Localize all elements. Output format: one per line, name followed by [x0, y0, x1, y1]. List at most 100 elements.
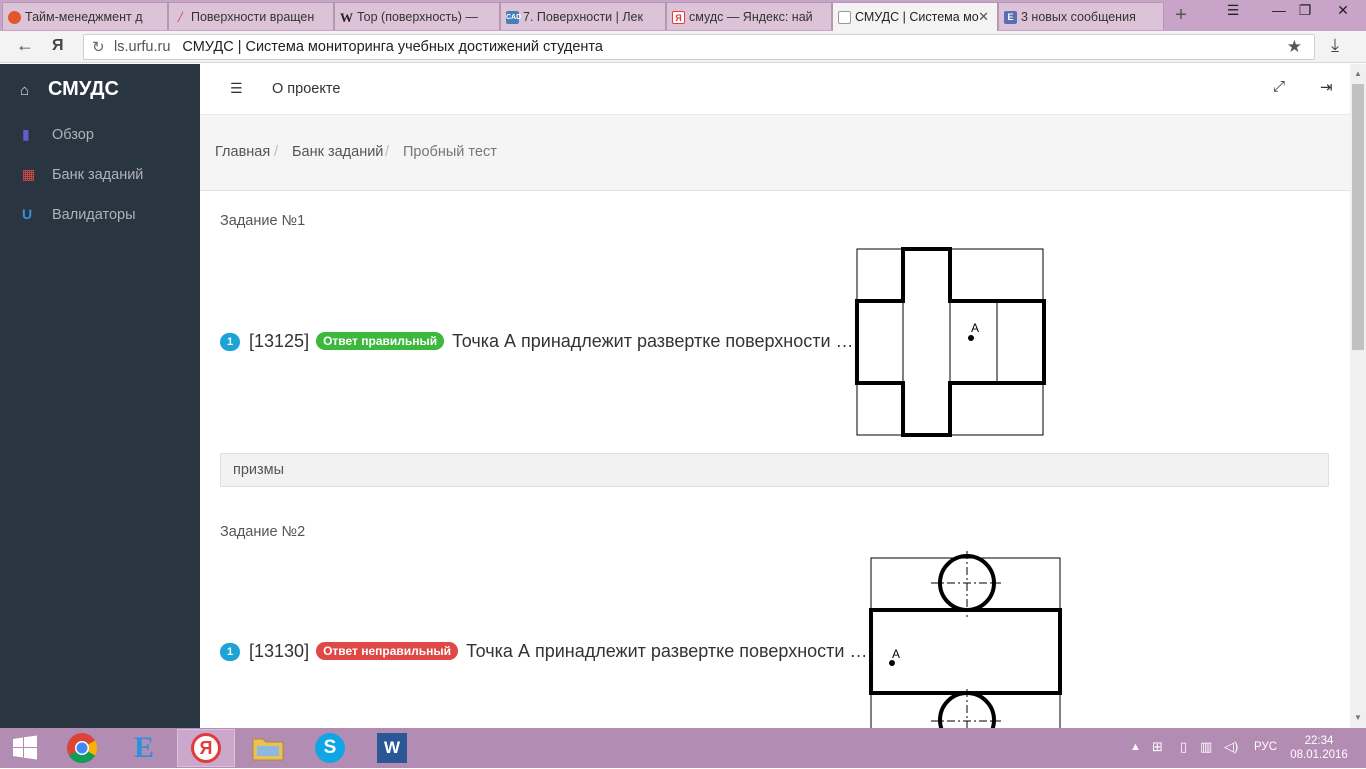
yandex-browser-taskbar-button[interactable]: Я [177, 729, 235, 767]
scroll-up-icon[interactable]: ▲ [1350, 66, 1366, 82]
tray-expand-icon[interactable]: ▲ [1130, 741, 1141, 753]
sidebar-item-overview[interactable]: ▮ Обзор [22, 126, 94, 143]
magnet-icon: U [22, 206, 33, 222]
answer-field: призмы [220, 453, 1329, 487]
word-taskbar-button[interactable]: W [363, 729, 421, 767]
skype-icon: S [315, 733, 345, 763]
yandex-logo-icon[interactable]: Я [52, 37, 64, 55]
question-text: Точка А принадлежит развертке поверхност… [452, 331, 854, 351]
status-badge: Ответ неправильный [316, 642, 459, 660]
clock-icon [8, 11, 21, 24]
top-nav: ☰ О проекте ⤢ ⇥ [200, 64, 1352, 115]
address-bar: ← Я ↻ ls.urfu.ru СМУДС | Система монитори… [0, 31, 1366, 63]
url-host: ls.urfu.ru [114, 39, 171, 55]
new-tab-button[interactable]: + [1170, 4, 1192, 26]
brand[interactable]: ⌂ СМУДС [20, 78, 119, 101]
menu-icon[interactable]: ☰ [1218, 0, 1248, 22]
bank-icon: ▦ [22, 166, 36, 182]
bookmark-star-icon[interactable]: ★ [1287, 37, 1302, 57]
close-icon[interactable]: ✕ [978, 9, 989, 25]
question-row: 1 [13125] Ответ правильный Точка А прина… [220, 331, 854, 352]
browser-tab[interactable]: Я смудс — Яндекс: най [666, 2, 832, 30]
action-center-icon[interactable]: ⊞ [1152, 739, 1163, 755]
tab-title: Тайм-менеджмент д [25, 10, 143, 24]
bar-chart-icon: ▮ [22, 126, 30, 142]
browser-tab-active[interactable]: СМУДС | Система мо ✕ [832, 2, 998, 31]
fullscreen-icon[interactable]: ⤢ [1273, 78, 1285, 95]
logout-icon[interactable]: ⇥ [1320, 78, 1333, 96]
tab-title: Поверхности вращен [191, 10, 315, 24]
breadcrumb-item-current: Пробный тест [403, 144, 497, 160]
word-icon: W [377, 733, 407, 763]
sidebar-item-task-bank[interactable]: ▦ Банк заданий [22, 166, 143, 183]
sidebar-item-label: Обзор [52, 127, 94, 143]
windows-taskbar: Е Я S W ▲ ⊞ ▯ ▥ ◁) РУС 22:34 08.01.2016 [0, 728, 1366, 768]
tab-title: смудс — Яндекс: най [689, 10, 813, 24]
question-code: [13130] [249, 641, 310, 661]
brand-title: СМУДС [48, 78, 119, 100]
start-button[interactable] [0, 729, 50, 767]
breadcrumb-item[interactable]: Главная [215, 144, 270, 160]
point-label: A [971, 321, 979, 335]
windows-logo-icon [13, 735, 37, 760]
download-icon[interactable]: ⤓ [1331, 35, 1339, 56]
browser-tab[interactable]: ╱ Поверхности вращен [168, 2, 334, 30]
page-title-in-url: СМУДС | Система мониторинга учебных дост… [182, 39, 603, 55]
clock[interactable]: 22:34 08.01.2016 [1290, 734, 1348, 762]
point-label: A [892, 647, 900, 661]
question-code: [13125] [249, 331, 310, 351]
yandex-icon: Я [672, 11, 685, 24]
explorer-taskbar-button[interactable] [239, 729, 297, 767]
yandex-browser-icon: Я [191, 733, 221, 763]
wikipedia-icon: W [340, 10, 353, 25]
main-content: Задание №1 1 [13125] Ответ правильный То… [200, 191, 1352, 728]
breadcrumb-item[interactable]: Банк заданий [292, 144, 383, 160]
folder-icon [252, 738, 284, 761]
sidebar-item-label: Валидаторы [52, 207, 136, 223]
attempt-count-badge: 1 [220, 643, 240, 661]
restore-icon[interactable]: ❐ [1290, 0, 1320, 22]
back-icon[interactable]: ← [16, 35, 34, 56]
browser-tab[interactable]: Тайм-менеджмент д [2, 2, 168, 30]
refresh-icon[interactable]: ↻ [92, 38, 105, 56]
page-icon [838, 11, 851, 24]
network-icon[interactable]: ▥ [1200, 739, 1212, 755]
language-indicator[interactable]: РУС [1254, 741, 1277, 753]
tab-title: СМУДС | Система мо [855, 10, 979, 24]
close-window-icon[interactable]: ✕ [1320, 0, 1366, 22]
browser-tab[interactable]: W Тор (поверхность) — [334, 2, 500, 30]
sidebar-item-label: Банк заданий [52, 167, 144, 183]
tab-title: 3 новых сообщения [1021, 10, 1136, 24]
browser-tab[interactable]: Е 3 новых сообщения [998, 2, 1164, 30]
browser-tab-bar: Тайм-менеджмент д ╱ Поверхности вращен W… [0, 0, 1366, 31]
tab-title: 7. Поверхности | Лек [523, 10, 643, 24]
volume-icon[interactable]: ◁) [1224, 739, 1238, 755]
breadcrumb: Главная / Банк заданий / Пробный тест [200, 115, 1352, 191]
page-scrollbar[interactable]: ▲ ▼ [1350, 64, 1366, 728]
scroll-down-icon[interactable]: ▼ [1350, 710, 1366, 726]
scroll-thumb[interactable] [1352, 84, 1364, 350]
prism-net-figure: A [851, 241, 1051, 443]
clock-time: 22:34 [1304, 735, 1334, 747]
cad-icon: CAD [506, 11, 521, 24]
battery-icon[interactable]: ▯ [1180, 739, 1187, 755]
ie-taskbar-button[interactable]: Е [115, 729, 173, 767]
task-title: Задание №1 [220, 213, 306, 229]
sidebar-toggle-icon[interactable]: ☰ [230, 80, 243, 97]
cylinder-net-figure: A [865, 551, 1065, 728]
breadcrumb-separator: / [385, 144, 390, 160]
about-link[interactable]: О проекте [272, 81, 340, 97]
mail-icon: Е [1004, 11, 1017, 24]
internet-explorer-icon: Е [133, 731, 154, 764]
pen-icon: ╱ [177, 12, 184, 22]
browser-tab[interactable]: CAD 7. Поверхности | Лек [500, 2, 666, 30]
attempt-count-badge: 1 [220, 333, 240, 351]
sidebar-item-validators[interactable]: U Валидаторы [22, 206, 136, 223]
skype-taskbar-button[interactable]: S [301, 729, 359, 767]
tab-title: Тор (поверхность) — [357, 10, 478, 24]
chrome-taskbar-button[interactable] [53, 729, 111, 767]
url-field[interactable]: ↻ ls.urfu.ru СМУДС | Система мониторинга … [83, 34, 1315, 60]
breadcrumb-separator: / [274, 144, 279, 160]
question-row: 1 [13130] Ответ неправильный Точка А при… [220, 641, 867, 662]
task-title: Задание №2 [220, 524, 306, 540]
